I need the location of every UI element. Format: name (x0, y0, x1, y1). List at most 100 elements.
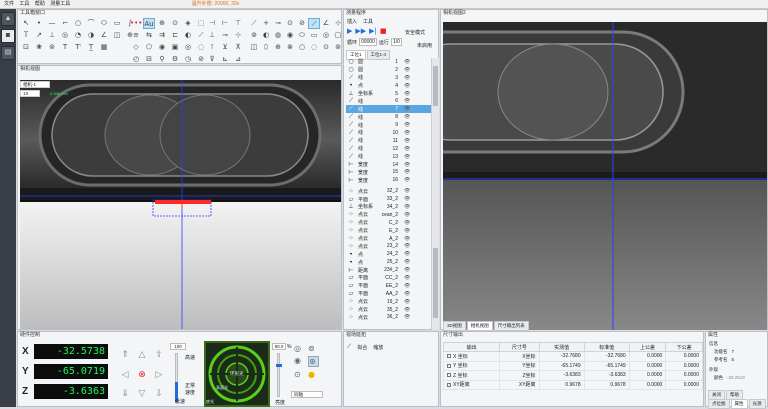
step-end-icon[interactable]: ▶| (369, 27, 377, 35)
tool-icon[interactable]: ◷ (182, 54, 194, 65)
tool-icon[interactable]: ••• (130, 18, 142, 29)
prop-group-info[interactable]: 信息 (709, 341, 718, 347)
step-row[interactable]: ⁘ 点云 35_2 👁 (346, 306, 431, 314)
col-upper[interactable]: 上公差 (628, 342, 667, 352)
tool-icon[interactable]: ⊾ (219, 54, 231, 65)
tool-icon[interactable]: ⬠ (143, 42, 155, 53)
prop-row2-value[interactable]: 5 (732, 357, 735, 363)
fit-label[interactable]: 拟合 (357, 344, 367, 351)
tool-icon[interactable]: ≡ (130, 30, 142, 41)
eye-icon[interactable]: 👁 (404, 307, 414, 313)
prop-row1-value[interactable]: 7 (732, 349, 735, 355)
run-input[interactable]: 1/0 (390, 38, 402, 46)
tab-insert[interactable]: 插入 (347, 18, 357, 25)
loop-input[interactable]: 00000 (359, 38, 377, 46)
eye-icon[interactable]: 👁 (404, 212, 414, 218)
step-row[interactable]: ○ 圆 1 👁 (346, 58, 431, 66)
eye-icon[interactable]: 👁 (404, 204, 414, 210)
eye-icon[interactable]: 👁 (404, 314, 414, 320)
col-lower[interactable]: 下公差 (665, 342, 703, 352)
step-row[interactable]: ○ 圆 2 👁 (346, 66, 431, 74)
tool-icon[interactable]: ◐ (260, 30, 272, 41)
col-output[interactable]: 输出 (442, 342, 501, 352)
step-scroll-thumb-2[interactable] (433, 248, 438, 318)
eye-icon[interactable]: 👁 (404, 251, 414, 257)
eye-icon[interactable]: 👁 (404, 267, 414, 273)
zoom-input[interactable]: 80.0 (272, 343, 286, 350)
step-row[interactable]: ⊢ 宽度 15 👁 (346, 168, 431, 176)
tool-icon[interactable]: ∠ (98, 30, 110, 41)
eye-icon[interactable]: 👁 (404, 146, 414, 152)
tool-icon[interactable]: ○ (72, 18, 84, 29)
tool-icon[interactable]: ∠ (320, 18, 332, 29)
tool-icon[interactable]: ⊸ (272, 18, 284, 29)
tool-icon[interactable]: ⊚ (46, 42, 58, 53)
row-checkbox[interactable] (447, 354, 451, 359)
step-row[interactable]: ⁘ 点云 cean_2 👁 (346, 211, 431, 219)
tool-icon[interactable]: ⊟ (143, 54, 155, 65)
down-icon[interactable]: ▽ (135, 389, 149, 406)
eye-icon[interactable]: 👁 (404, 75, 414, 81)
step-row[interactable]: ⁘ 点云 32_2 👁 (346, 187, 431, 195)
tool-icon[interactable]: ◐ (182, 30, 194, 41)
tool-icon[interactable]: ⊕ (156, 18, 168, 29)
camera-select[interactable]: 相机-1 (20, 81, 50, 88)
tab-output-list[interactable]: 尺寸输出列表 (493, 321, 529, 331)
tool-icon[interactable]: ⌐ (59, 18, 71, 29)
table-row[interactable]: XY距离 XY距离 0.9678 0.9678 0.0000 0.0000 (442, 379, 703, 390)
tool-icon[interactable]: ◑ (85, 30, 97, 41)
step-row[interactable]: ⟋ 线 12 👁 (346, 145, 431, 153)
eye-icon[interactable]: 👁 (404, 106, 414, 112)
eye-icon[interactable]: 👁 (404, 122, 414, 128)
light-bulb-icon[interactable]: ● (308, 370, 319, 379)
tool-icon[interactable]: ▭ (308, 30, 320, 41)
zoom-label[interactable]: 缩放 (373, 344, 383, 351)
table-row[interactable]: X 坐标 X坐标 -32.7680 -32.7680 0.0000 0.0000 (442, 351, 703, 362)
play-icon[interactable]: ▶ (347, 27, 352, 35)
tool-icon[interactable]: ⊿ (232, 54, 244, 65)
step-scroll-thumb[interactable] (433, 66, 438, 106)
tool-icon[interactable]: ◴ (130, 54, 142, 65)
light-bottom-icon[interactable]: ◉ (294, 356, 305, 367)
tool-icon[interactable]: Au (143, 18, 155, 29)
eye-icon[interactable]: 👁 (404, 188, 414, 194)
step-scrollbar[interactable] (431, 58, 439, 330)
prop-group-appearance[interactable]: 外观 (709, 367, 718, 373)
tool-icon[interactable]: ⊘ (296, 18, 308, 29)
step-row[interactable]: ⊥ 坐标系 5 👁 (346, 90, 431, 98)
tool-icon[interactable]: ⬭ (296, 30, 308, 41)
tool-icon[interactable]: ⊤ (232, 18, 244, 29)
light-coaxial-icon[interactable]: ◎ (294, 344, 305, 353)
eye-icon[interactable]: 👁 (404, 259, 414, 265)
right-icon[interactable]: ▷ (152, 370, 166, 387)
tool-icon[interactable]: ⊙ (284, 18, 296, 29)
step-row[interactable]: ⟋ 线 9 👁 (346, 121, 431, 129)
speed-slider[interactable] (175, 353, 178, 403)
zoom-select[interactable]: 1X (20, 90, 40, 97)
step-row[interactable]: ⟋ 线 7 👁 (346, 105, 431, 114)
step-icon[interactable]: ▶▶ (355, 27, 366, 35)
logo-icon[interactable]: ▲ (1, 12, 15, 26)
fit-icon[interactable]: ⟋ (347, 343, 351, 351)
tool-icon[interactable]: ◫ (111, 30, 123, 41)
tool-icon[interactable]: ⊥ (206, 30, 218, 41)
tool-icon[interactable]: ◉ (284, 30, 296, 41)
row-checkbox[interactable] (447, 382, 451, 387)
step-row[interactable]: ⁘ 点云 36_2 👁 (346, 314, 431, 322)
row-checkbox[interactable] (447, 363, 451, 368)
step-row[interactable]: ⊢ 宽度 16 👁 (346, 176, 431, 184)
tool-icon[interactable]: Tⁱ (72, 42, 84, 53)
camera-image[interactable]: 相机-1 1X 0.356 mm (20, 80, 341, 329)
safe-mode-label[interactable]: 安全模式 (405, 29, 425, 36)
tool-icon[interactable]: ⊢ (219, 18, 231, 29)
tool-icon[interactable]: ⊸ (219, 30, 231, 41)
tool-icon[interactable]: ○ (296, 42, 308, 53)
tab-light[interactable]: 光源 (748, 399, 766, 409)
tool-icon[interactable]: ❀ (33, 42, 45, 53)
tool-icon[interactable]: ◌ (308, 42, 320, 53)
step-row[interactable]: ⁘ 点云 19_2 👁 (346, 298, 431, 306)
eye-icon[interactable]: 👁 (404, 114, 414, 120)
eye-icon[interactable]: 👁 (404, 130, 414, 136)
tool-icon[interactable]: ◇ (130, 42, 142, 53)
up-icon[interactable]: △ (135, 350, 149, 367)
